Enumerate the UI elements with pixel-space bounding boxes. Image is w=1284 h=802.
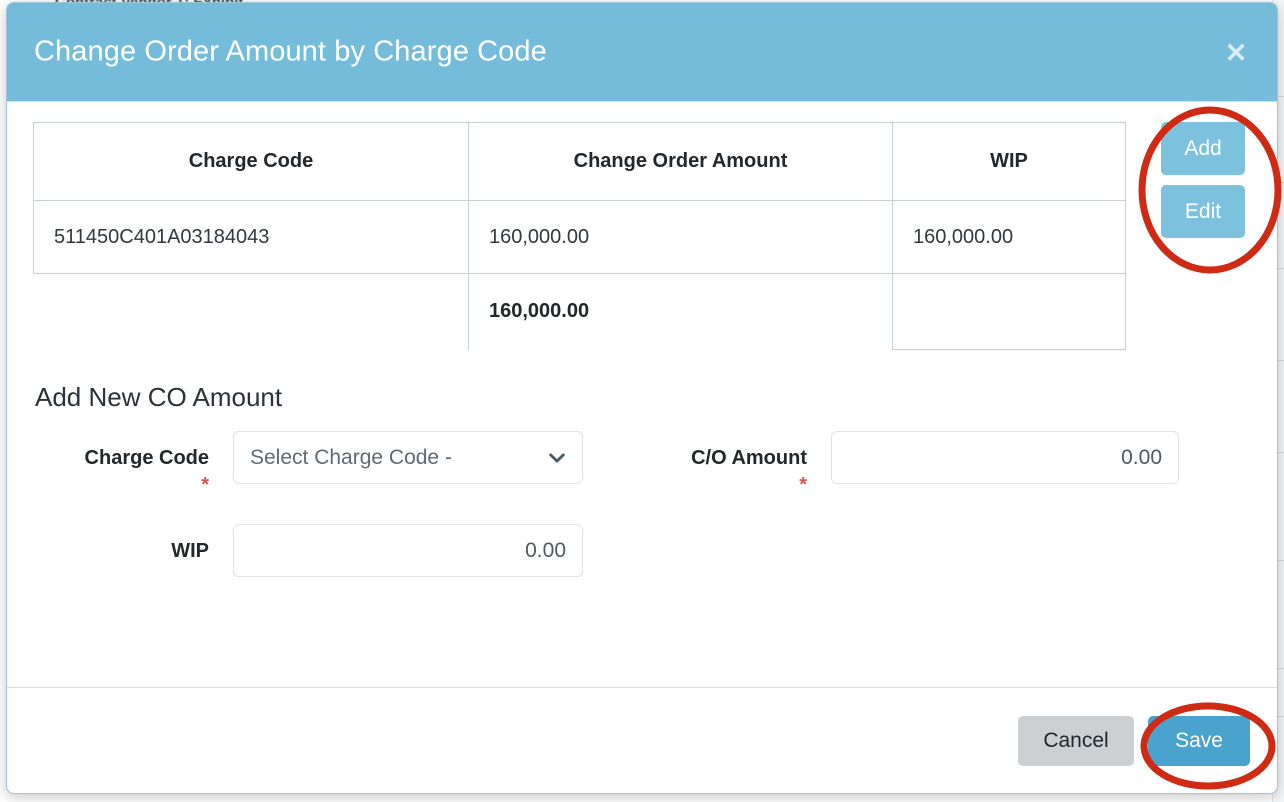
co-amount-label: C/O Amount [691, 447, 807, 469]
table-header: Charge Code Change Order Amount WIP [33, 122, 1126, 201]
table-total-row: 160,000.00 [33, 273, 1126, 350]
close-icon[interactable]: ✕ [1221, 39, 1251, 69]
charge-code-table: Charge Code Change Order Amount WIP 5114… [33, 122, 1126, 350]
charge-code-control: Select Charge Code - [233, 431, 583, 484]
table-side-actions: Add Edit [1161, 122, 1251, 238]
column-header-wip: WIP [892, 122, 1126, 201]
wip-input[interactable] [233, 524, 583, 577]
form-heading: Add New CO Amount [35, 382, 283, 412]
cell-total-wip [892, 273, 1126, 350]
cell-charge-code: 511450C401A03184043 [33, 200, 469, 274]
cell-wip: 160,000.00 [892, 200, 1126, 274]
co-amount-input[interactable] [831, 431, 1179, 484]
co-amount-field: C/O Amount * [631, 431, 1179, 496]
chevron-down-icon [549, 452, 565, 463]
modal-body: Charge Code Change Order Amount WIP 5114… [7, 102, 1277, 687]
table-body: 511450C401A03184043 160,000.00 160,000.0… [33, 200, 1126, 274]
column-header-charge-code: Charge Code [33, 122, 469, 201]
edit-button[interactable]: Edit [1161, 185, 1245, 238]
modal-header: Change Order Amount by Charge Code ✕ [7, 3, 1277, 102]
co-amount-control [831, 431, 1179, 484]
table-row[interactable]: 511450C401A03184043 160,000.00 160,000.0… [33, 200, 1126, 274]
wip-label-group: WIP [33, 524, 233, 565]
charge-code-field: Charge Code * Select Charge Code - [33, 431, 583, 496]
change-order-amount-modal: Change Order Amount by Charge Code ✕ Cha… [6, 2, 1278, 794]
wip-field: WIP [33, 524, 583, 577]
cell-total-change-order-amount: 160,000.00 [468, 273, 893, 350]
form-row-two: WIP [33, 524, 1251, 577]
table-footer: 160,000.00 [33, 273, 1126, 350]
charge-code-selected-value: Select Charge Code - [250, 445, 452, 469]
charge-code-required-asterisk: * [201, 474, 209, 496]
co-amount-label-group: C/O Amount * [631, 431, 831, 496]
column-header-change-order-amount: Change Order Amount [468, 122, 893, 201]
charge-code-select[interactable]: Select Charge Code - [233, 431, 583, 484]
charge-code-label: Charge Code [84, 447, 209, 469]
cancel-button[interactable]: Cancel [1018, 715, 1134, 766]
wip-label: WIP [171, 540, 209, 562]
cell-change-order-amount: 160,000.00 [468, 200, 893, 274]
table-header-row: Charge Code Change Order Amount WIP [33, 122, 1126, 201]
modal-title: Change Order Amount by Charge Code [34, 35, 547, 68]
wip-control [233, 524, 583, 577]
form-row-one: Charge Code * Select Charge Code - C/O A… [33, 431, 1251, 496]
modal-footer: Cancel Save [7, 687, 1277, 793]
add-new-co-amount-section: Add New CO Amount Charge Code * Select C… [33, 382, 1251, 577]
save-button[interactable]: Save [1148, 715, 1250, 766]
cell-total-blank [33, 273, 469, 350]
charge-code-label-group: Charge Code * [33, 431, 233, 496]
charge-code-table-area: Charge Code Change Order Amount WIP 5114… [33, 122, 1251, 350]
co-amount-required-asterisk: * [799, 474, 807, 496]
add-button[interactable]: Add [1161, 122, 1245, 175]
